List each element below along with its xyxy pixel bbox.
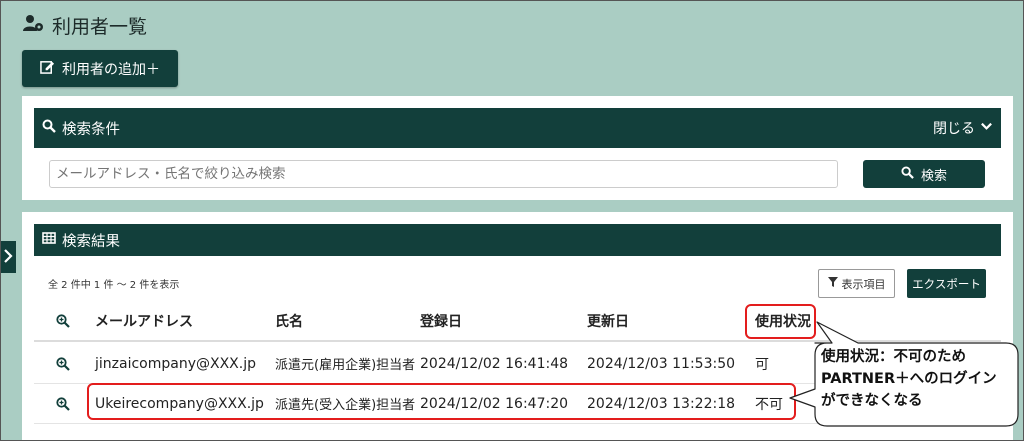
results-panel-header: 検索結果 [34, 224, 1001, 256]
cell-status: 可 [755, 356, 769, 373]
table-header: メールアドレス 氏名 登録日 更新日 使用状況 [34, 302, 1001, 342]
search-button-label: 検索 [920, 168, 947, 184]
search-button[interactable]: 検索 [863, 160, 985, 188]
chevron-right-icon [3, 248, 13, 267]
column-header-name[interactable]: 氏名 [275, 302, 303, 340]
callout-line: 使用状況：不可のため [821, 349, 966, 365]
cell-name: 派遣元(雇用企業)担当者 [275, 358, 416, 373]
user-settings-icon [22, 12, 44, 39]
search-icon [901, 165, 914, 183]
search-panel-header[interactable]: 検索条件 閉じる [34, 108, 1001, 148]
column-header-updated[interactable]: 更新日 [587, 302, 629, 340]
callout-text: 使用状況：不可のため PARTNER＋へのログイン ができなくなる [821, 346, 1016, 412]
search-icon [42, 119, 56, 137]
search-input[interactable] [49, 160, 838, 188]
zoom-in-icon[interactable] [56, 344, 70, 383]
collapse-toggle[interactable]: 閉じる [933, 118, 993, 138]
edit-icon [40, 59, 55, 78]
display-columns-label: 表示項目 [841, 277, 886, 291]
search-panel: 検索条件 閉じる 検索 [22, 96, 1013, 200]
chevron-down-icon [980, 120, 993, 137]
collapse-label: 閉じる [933, 121, 975, 137]
display-columns-button[interactable]: 表示項目 [818, 269, 895, 298]
results-panel-title: 検索結果 [62, 233, 120, 250]
cell-updated: 2024/12/03 11:53:50 [587, 355, 736, 372]
page-title: 利用者一覧 [22, 10, 147, 40]
add-user-label: 利用者の追加＋ [62, 61, 160, 78]
export-button[interactable]: エクスポート [907, 269, 986, 298]
page-title-text: 利用者一覧 [52, 15, 148, 38]
table-icon [42, 231, 56, 249]
callout-line: PARTNER＋へのログイン [821, 371, 997, 387]
row-highlight [87, 383, 796, 420]
add-user-button[interactable]: 利用者の追加＋ [22, 50, 178, 87]
zoom-in-icon [56, 302, 70, 340]
callout-line: ができなくなる [821, 393, 923, 409]
result-count: 全 2 件中 1 件 ～ 2 件を表示 [48, 280, 180, 291]
zoom-in-icon[interactable] [56, 384, 70, 423]
filter-icon [827, 277, 838, 290]
cell-registered: 2024/12/02 16:41:48 [420, 355, 569, 372]
cell-email: jinzaicompany@XXX.jp [95, 355, 256, 372]
search-panel-title: 検索条件 [62, 121, 120, 138]
column-header-registered[interactable]: 登録日 [420, 302, 462, 340]
status-header-highlight [745, 304, 816, 339]
column-header-email[interactable]: メールアドレス [95, 302, 193, 340]
sidebar-expand-tab[interactable] [0, 241, 16, 273]
